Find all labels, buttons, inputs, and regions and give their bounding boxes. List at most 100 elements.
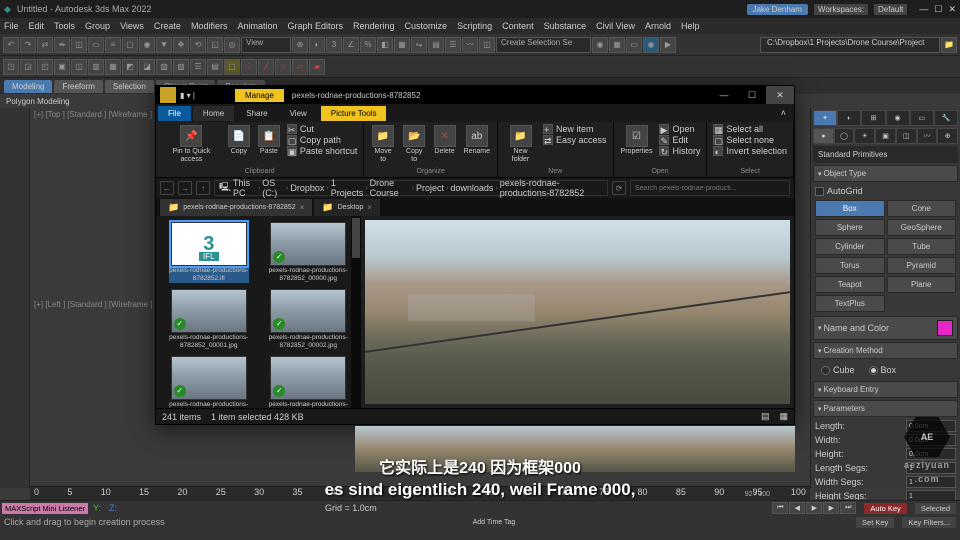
element-icon[interactable]: ▰ [309, 59, 325, 75]
key-filters-button[interactable]: Key Filters... [902, 517, 956, 528]
paste-button[interactable]: 📋Paste [255, 124, 283, 157]
goto-start-icon[interactable]: ⏮ [772, 502, 788, 514]
lights-icon[interactable]: ☀ [854, 128, 875, 144]
geometry-icon[interactable]: ● [813, 128, 834, 144]
view-details-icon[interactable]: ▤ [761, 411, 770, 422]
systems-icon[interactable]: ⊕ [937, 128, 958, 144]
explorer-maximize-icon[interactable]: ☐ [738, 86, 766, 104]
menu-help[interactable]: Help [681, 21, 700, 31]
tool-icon[interactable]: ◩ [122, 59, 138, 75]
ribbon-tab-modeling[interactable]: Modeling [4, 80, 52, 93]
minimize-icon[interactable]: — [919, 4, 928, 14]
delete-button[interactable]: ✕Delete [431, 124, 459, 157]
tool-icon[interactable]: ▨ [173, 59, 189, 75]
explorer-close-icon[interactable]: ✕ [766, 86, 794, 104]
open-button[interactable]: ▶Open [657, 124, 702, 134]
nav-up-icon[interactable]: ↑ [196, 181, 210, 195]
menu-graph-editors[interactable]: Graph Editors [287, 21, 343, 31]
vertex-icon[interactable]: ⋮ [241, 59, 257, 75]
autogrid-checkbox[interactable]: AutoGrid [813, 184, 958, 198]
file-grid-scrollbar[interactable] [351, 216, 361, 408]
history-button[interactable]: ↻History [657, 146, 702, 156]
explorer-picture-tools-tab[interactable]: Picture Tools [321, 106, 387, 121]
filter-icon[interactable]: ▼ [156, 37, 172, 53]
tool-icon[interactable]: ◫ [71, 59, 87, 75]
ribbon-tab-freeform[interactable]: Freeform [54, 80, 102, 93]
goto-end-icon[interactable]: ⏭ [840, 502, 856, 514]
create-tab-icon[interactable]: ✦ [813, 110, 837, 126]
hierarchy-tab-icon[interactable]: ⊞ [861, 110, 885, 126]
creation-box-radio[interactable]: Box [867, 363, 899, 377]
redo-icon[interactable]: ↷ [20, 37, 36, 53]
display-tab-icon[interactable]: ▭ [910, 110, 934, 126]
create-category-tabs[interactable]: ● ◯ ☀ ▣ ◫ 〰 ⊕ [813, 128, 958, 144]
pin-quick-access-button[interactable]: 📌Pin to Quick access [160, 124, 223, 165]
user-badge[interactable]: Jake Denham [747, 4, 808, 15]
bind-icon[interactable]: ◫ [71, 37, 87, 53]
section-parameters[interactable]: Parameters [813, 400, 958, 417]
primitive-torus[interactable]: Torus [815, 257, 885, 274]
rename-button[interactable]: abRename [461, 124, 493, 157]
primitive-tube[interactable]: Tube [887, 238, 957, 255]
select-all-button[interactable]: ▦Select all [711, 124, 789, 134]
file-item[interactable]: pexels-rodnae-productions-8782852_00004.… [262, 356, 356, 408]
view-thumbs-icon[interactable]: ▦ [779, 411, 788, 422]
utilities-tab-icon[interactable]: 🔧 [934, 110, 958, 126]
menu-group[interactable]: Group [85, 21, 110, 31]
copy-button[interactable]: 📄Copy [225, 124, 253, 157]
explorer-share-tab[interactable]: Share [236, 106, 277, 121]
curve-editor-icon[interactable]: 〰 [462, 37, 478, 53]
primitive-dropdown[interactable]: Standard Primitives [813, 146, 958, 163]
poly-icon[interactable]: ▱ [292, 59, 308, 75]
primitive-box[interactable]: Box [815, 200, 885, 217]
render-setup-icon[interactable]: ▦ [609, 37, 625, 53]
command-panel-tabs[interactable]: ✦ ◐ ⊞ ◉ ▭ 🔧 [813, 110, 958, 126]
select-none-button[interactable]: ▢Select none [711, 135, 789, 145]
subobj-icon[interactable]: ▢ [224, 59, 240, 75]
menu-content[interactable]: Content [502, 21, 534, 31]
pivot-icon[interactable]: ⊕ [292, 37, 308, 53]
menu-file[interactable]: File [4, 21, 19, 31]
folder-icon[interactable]: 📁 [941, 37, 957, 53]
primitive-plane[interactable]: Plane [887, 276, 957, 293]
primitive-teapot[interactable]: Teapot [815, 276, 885, 293]
breadcrumb-segment[interactable]: downloads [450, 183, 493, 193]
explorer-search-input[interactable] [630, 180, 790, 196]
file-item[interactable]: pexels-rodnae-productions-8782852_00002.… [262, 289, 356, 350]
explorer-manage-tab[interactable]: Manage [235, 89, 284, 102]
move-to-button[interactable]: 📁Move to [368, 124, 397, 165]
snap-icon[interactable]: 3 [326, 37, 342, 53]
next-frame-icon[interactable]: ▶ [823, 502, 839, 514]
rotate-icon[interactable]: ⟲ [190, 37, 206, 53]
motion-tab-icon[interactable]: ◉ [886, 110, 910, 126]
schematic-icon[interactable]: ◫ [479, 37, 495, 53]
explorer-view-tab[interactable]: View [280, 106, 317, 121]
shapes-icon[interactable]: ◯ [834, 128, 855, 144]
tool-icon[interactable]: ▦ [105, 59, 121, 75]
invert-selection-button[interactable]: ◐Invert selection [711, 146, 789, 156]
explorer-file-tab[interactable]: File [158, 106, 191, 121]
percent-snap-icon[interactable]: % [360, 37, 376, 53]
ribbon-tab-selection[interactable]: Selection [105, 80, 154, 93]
breadcrumb-segment[interactable]: 1 Projects [331, 178, 364, 198]
file-item[interactable]: 3IFLpexels-rodnae-productions-8782852.if… [162, 222, 256, 283]
maxscript-listener[interactable]: MAXScript Mini Listener [2, 503, 88, 514]
menu-create[interactable]: Create [154, 21, 181, 31]
edit-button[interactable]: ✎Edit [657, 135, 702, 145]
named-set-icon[interactable]: ▦ [394, 37, 410, 53]
properties-button[interactable]: ☑Properties [618, 124, 656, 157]
place-icon[interactable]: ◎ [224, 37, 240, 53]
selected-dropdown[interactable]: Selected [915, 503, 956, 514]
primitive-textplus[interactable]: TextPlus [815, 295, 885, 312]
render-prod-icon[interactable]: ▶ [660, 37, 676, 53]
project-path[interactable]: C:\Dropbox\1 Projects\Drone Course\Proje… [760, 37, 940, 53]
primitive-sphere[interactable]: Sphere [815, 219, 885, 236]
breadcrumb-segment[interactable]: pexels-rodnae-productions-8782852 [500, 178, 603, 198]
easy-access-button[interactable]: ⇄Easy access [541, 135, 609, 145]
material-editor-icon[interactable]: ◉ [592, 37, 608, 53]
primitive-pyramid[interactable]: Pyramid [887, 257, 957, 274]
object-color-swatch[interactable] [937, 320, 953, 336]
manip-icon[interactable]: ◐ [309, 37, 325, 53]
primitive-cylinder[interactable]: Cylinder [815, 238, 885, 255]
breadcrumb-segment[interactable]: Project [416, 183, 444, 193]
